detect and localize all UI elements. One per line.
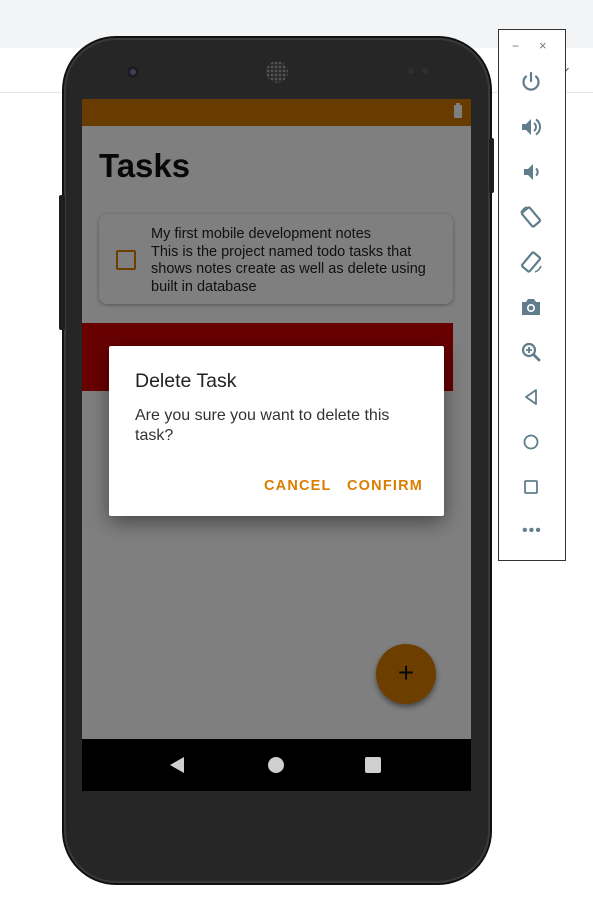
power-icon[interactable] xyxy=(517,68,545,96)
confirm-button[interactable]: CONFIRM xyxy=(347,478,423,494)
minimize-button[interactable]: − xyxy=(512,39,519,53)
back-icon[interactable] xyxy=(517,383,545,411)
phone-power-button xyxy=(489,138,494,193)
phone-volume-button xyxy=(59,195,65,330)
more-icon[interactable]: ••• xyxy=(522,523,542,539)
delete-task-dialog: Delete Task Are you sure you want to del… xyxy=(109,346,444,516)
phone-speaker xyxy=(266,61,288,83)
rotate-right-icon[interactable] xyxy=(517,248,545,276)
overview-icon[interactable] xyxy=(517,473,545,501)
nav-back-icon[interactable] xyxy=(170,757,184,773)
volume-down-icon[interactable] xyxy=(517,158,545,186)
dialog-title: Delete Task xyxy=(135,370,237,392)
cancel-button[interactable]: CANCEL xyxy=(264,478,332,494)
close-button[interactable]: × xyxy=(539,38,547,53)
zoom-icon[interactable] xyxy=(517,338,545,366)
rotate-left-icon[interactable] xyxy=(517,203,545,231)
front-camera xyxy=(127,66,139,78)
phone-screen: Tasks My first mobile development notes … xyxy=(82,99,471,791)
dialog-message: Are you sure you want to delete this tas… xyxy=(135,407,390,444)
nav-recents-icon[interactable] xyxy=(365,757,381,773)
nav-home-icon[interactable] xyxy=(268,757,284,773)
android-nav-bar xyxy=(82,739,471,791)
emulator-toolbar: − × ••• xyxy=(498,29,566,561)
volume-up-icon[interactable] xyxy=(517,113,545,141)
phone-sensor xyxy=(422,68,428,74)
camera-icon[interactable] xyxy=(517,293,545,321)
home-icon[interactable] xyxy=(517,428,545,456)
phone-sensor xyxy=(408,68,414,74)
